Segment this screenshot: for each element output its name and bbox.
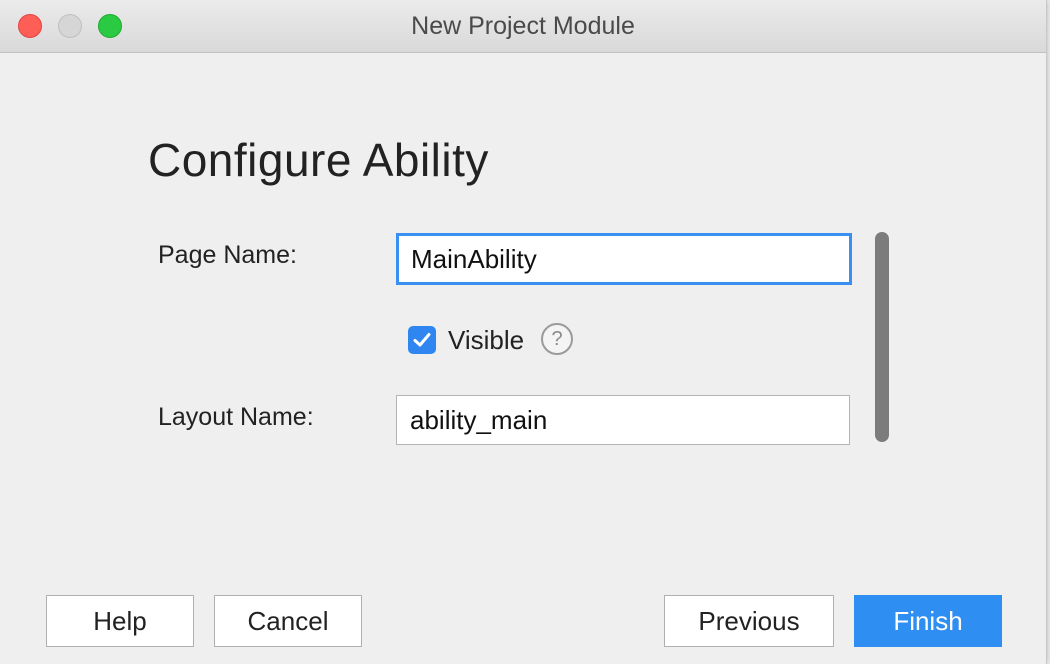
window-title: New Project Module	[411, 12, 635, 40]
cancel-button[interactable]: Cancel	[214, 595, 362, 647]
check-icon	[413, 333, 431, 347]
layout-name-input[interactable]: ability_main	[396, 395, 850, 445]
layout-name-label: Layout Name:	[158, 403, 314, 431]
visible-label[interactable]: Visible	[448, 325, 524, 356]
visible-checkbox[interactable]	[408, 326, 436, 354]
finish-button[interactable]: Finish	[854, 595, 1002, 647]
dialog-window: New Project Module Configure Ability Pag…	[0, 0, 1047, 664]
dialog-content: Configure Ability Page Name: MainAbility…	[0, 53, 1046, 664]
title-bar: New Project Module	[0, 0, 1046, 53]
previous-button[interactable]: Previous	[664, 595, 834, 647]
vertical-scrollbar[interactable]	[875, 232, 889, 442]
page-title: Configure Ability	[148, 134, 489, 186]
page-name-input[interactable]: MainAbility	[396, 233, 852, 285]
page-name-label: Page Name:	[158, 241, 297, 269]
help-button[interactable]: Help	[46, 595, 194, 647]
question-circle-icon[interactable]: ?	[541, 323, 573, 355]
